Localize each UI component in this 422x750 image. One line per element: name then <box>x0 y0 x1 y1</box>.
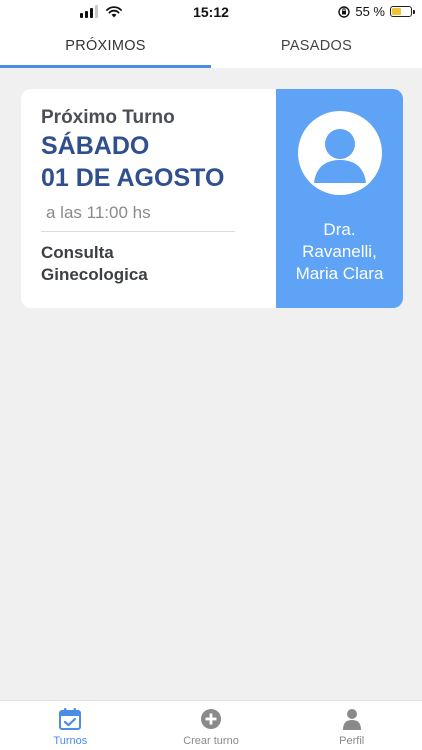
appointment-label: Próximo Turno <box>41 107 175 128</box>
doctor-avatar-icon <box>297 111 382 195</box>
nav-perfil-label: Perfil <box>339 735 365 747</box>
doctor-name-line3: Maria Clara <box>295 264 384 283</box>
tab-proximos[interactable]: PRÓXIMOS <box>0 24 211 68</box>
calendar-check-icon <box>59 708 82 730</box>
doctor-name-line1: Dra. <box>323 220 356 239</box>
appointment-type-line2: Ginecologica <box>41 265 148 284</box>
appointment-time: a las 11:00 hs <box>46 203 151 222</box>
battery-fill <box>392 8 401 15</box>
bottom-nav: Turnos Crear turno Perfil <box>0 700 422 750</box>
doctor-name-line2: Ravanelli, <box>302 242 377 261</box>
nav-turnos-label: Turnos <box>53 735 88 747</box>
appointment-card[interactable]: Próximo Turno SÁBADO 01 DE AGOSTO a las … <box>21 89 403 308</box>
tab-bar: PRÓXIMOS PASADOS <box>0 24 422 68</box>
doctor-panel: Dra. Ravanelli, Maria Clara <box>276 89 403 308</box>
screen: 15:12 55 % PRÓXIMOS PASADOS Próximo Turn… <box>0 0 422 750</box>
status-right: 55 % <box>338 4 415 19</box>
divider <box>41 231 235 232</box>
nav-crear-turno-label: Crear turno <box>183 735 239 747</box>
appointment-type: Consulta Ginecologica <box>41 242 256 286</box>
appointment-details: Próximo Turno SÁBADO 01 DE AGOSTO a las … <box>21 89 276 308</box>
battery-percentage: 55 % <box>355 4 385 19</box>
nav-turnos[interactable]: Turnos <box>0 701 141 750</box>
nav-crear-turno[interactable]: Crear turno <box>141 701 282 750</box>
nav-perfil[interactable]: Perfil <box>281 701 422 750</box>
plus-circle-icon <box>201 709 221 729</box>
appointment-day: SÁBADO <box>41 132 150 160</box>
person-icon <box>342 709 361 730</box>
orientation-lock-icon <box>338 5 351 18</box>
appointment-date: 01 DE AGOSTO <box>41 164 225 192</box>
status-bar: 15:12 55 % <box>0 0 422 24</box>
tab-pasados[interactable]: PASADOS <box>211 24 422 68</box>
doctor-name: Dra. Ravanelli, Maria Clara <box>296 219 384 285</box>
battery-icon <box>390 6 415 17</box>
appointment-type-line1: Consulta <box>41 243 114 262</box>
